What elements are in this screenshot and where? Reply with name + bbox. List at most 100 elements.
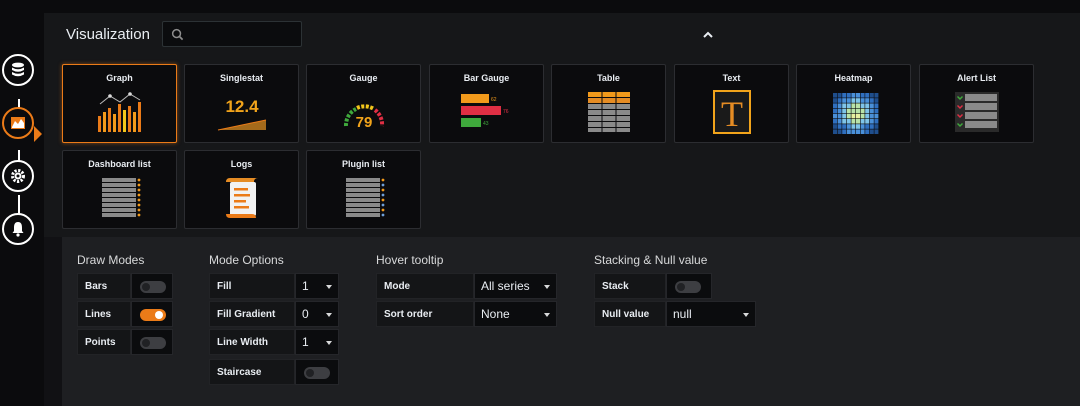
heatmap-cell bbox=[865, 119, 870, 124]
heatmap-cell bbox=[837, 103, 842, 108]
staircase-switch[interactable] bbox=[295, 359, 339, 385]
fill-gradient-select[interactable]: 0 bbox=[295, 301, 339, 327]
viz-card-dashboard-list[interactable]: Dashboard list bbox=[62, 150, 177, 229]
bell-icon bbox=[12, 222, 24, 237]
heatmap-cell bbox=[865, 93, 870, 98]
caret-down-icon bbox=[326, 285, 332, 289]
viz-card-bar-gauge[interactable]: Bar Gauge 62 76 43 bbox=[429, 64, 544, 143]
general-settings-tab[interactable] bbox=[2, 160, 34, 192]
heatmap-cell bbox=[856, 113, 860, 119]
heatmap-cell bbox=[833, 119, 837, 124]
tooltip-mode-select[interactable]: All series bbox=[474, 273, 557, 299]
display-options: Draw Modes Bars Lines Points Mode Option… bbox=[62, 237, 1080, 406]
alert-tab[interactable] bbox=[2, 213, 34, 245]
heatmap-cell bbox=[837, 119, 842, 124]
lines-switch[interactable] bbox=[131, 301, 173, 327]
null-value-value: null bbox=[673, 307, 692, 321]
viz-card-graph[interactable]: Graph bbox=[62, 64, 177, 143]
lines-toggle[interactable] bbox=[140, 309, 166, 321]
heatmap-cell bbox=[860, 98, 865, 103]
gauge-icon: 79 bbox=[344, 104, 385, 131]
stack-switch[interactable] bbox=[666, 273, 712, 299]
top-bar bbox=[0, 0, 1080, 13]
heatmap-cell bbox=[851, 103, 856, 108]
toggle-knob bbox=[155, 311, 163, 319]
heatmap-cell bbox=[833, 108, 837, 114]
bars-toggle[interactable] bbox=[140, 281, 166, 293]
viz-card-heatmap[interactable]: Heatmap bbox=[796, 64, 911, 143]
null-value-label: Null value bbox=[594, 301, 666, 327]
queries-tab[interactable] bbox=[2, 54, 34, 86]
viz-card-text[interactable]: Text T bbox=[674, 64, 789, 143]
collapse-button[interactable] bbox=[700, 26, 716, 42]
bar-gauge-icon: 62 76 43 bbox=[461, 94, 509, 127]
heatmap-cell bbox=[837, 129, 842, 134]
staircase-toggle[interactable] bbox=[304, 367, 330, 379]
search-input[interactable] bbox=[189, 24, 297, 44]
bar-gauge-value: 43 bbox=[483, 121, 489, 127]
group-title-draw-modes: Draw Modes bbox=[77, 253, 145, 267]
heatmap-cell bbox=[833, 113, 837, 119]
search-icon bbox=[171, 28, 184, 41]
heatmap-cell bbox=[856, 108, 860, 114]
bar-gauge-value: 62 bbox=[491, 97, 497, 103]
text-icon: T bbox=[713, 90, 751, 134]
caret-down-icon bbox=[326, 313, 332, 317]
card-label: Gauge bbox=[349, 73, 378, 83]
fill-gradient-label: Fill Gradient bbox=[209, 301, 295, 327]
heatmap-cell bbox=[874, 124, 879, 129]
heatmap-cell bbox=[856, 119, 860, 124]
heatmap-cell bbox=[874, 93, 879, 98]
bars-switch[interactable] bbox=[131, 273, 173, 299]
heatmap-cell bbox=[842, 119, 847, 124]
heatmap-cell bbox=[842, 98, 847, 103]
viz-card-gauge[interactable]: Gauge 79 bbox=[306, 64, 421, 143]
heatmap-cell bbox=[874, 108, 879, 114]
heatmap-cell bbox=[833, 103, 837, 108]
group-title-mode-options: Mode Options bbox=[209, 253, 284, 267]
chevron-up-icon bbox=[703, 31, 713, 38]
heatmap-cell bbox=[860, 93, 865, 98]
heatmap-cell bbox=[842, 103, 847, 108]
heatmap-cell bbox=[833, 98, 837, 103]
heatmap-cell bbox=[865, 124, 870, 129]
viz-card-alert-list[interactable]: Alert List bbox=[919, 64, 1034, 143]
stack-label: Stack bbox=[594, 273, 666, 299]
sort-order-label: Sort order bbox=[376, 301, 474, 327]
fill-value: 1 bbox=[302, 279, 309, 293]
heatmap-cell bbox=[869, 98, 874, 103]
card-label: Text bbox=[722, 73, 741, 83]
heatmap-cell bbox=[851, 129, 856, 134]
dashboard-list-icon bbox=[102, 178, 141, 217]
heatmap-cell bbox=[846, 113, 851, 119]
search-box[interactable] bbox=[162, 21, 302, 47]
heatmap-cell bbox=[865, 129, 870, 134]
sort-order-select[interactable]: None bbox=[474, 301, 557, 327]
heatmap-cell bbox=[865, 108, 870, 114]
card-label: Alert List bbox=[956, 73, 996, 83]
line-width-select[interactable]: 1 bbox=[295, 329, 339, 355]
heatmap-cell bbox=[869, 113, 874, 119]
points-switch[interactable] bbox=[131, 329, 173, 355]
stack-toggle[interactable] bbox=[675, 281, 701, 293]
visualization-tab[interactable] bbox=[2, 107, 34, 139]
heatmap-cell bbox=[869, 119, 874, 124]
heatmap-cell bbox=[860, 129, 865, 134]
viz-card-logs[interactable]: Logs bbox=[184, 150, 299, 229]
viz-card-plugin-list[interactable]: Plugin list bbox=[306, 150, 421, 229]
heatmap-cell bbox=[874, 129, 879, 134]
text-glyph: T bbox=[721, 94, 743, 134]
points-label: Points bbox=[77, 329, 131, 355]
heatmap-cell bbox=[842, 129, 847, 134]
heatmap-cell bbox=[846, 103, 851, 108]
alert-list-icon bbox=[955, 92, 999, 132]
fill-select[interactable]: 1 bbox=[295, 273, 339, 299]
viz-card-singlestat[interactable]: Singlestat 12.4 bbox=[184, 64, 299, 143]
viz-card-table[interactable]: Table bbox=[551, 64, 666, 143]
card-label: Bar Gauge bbox=[463, 73, 510, 83]
heatmap-cell bbox=[846, 93, 851, 98]
points-toggle[interactable] bbox=[140, 337, 166, 349]
null-value-select[interactable]: null bbox=[666, 301, 756, 327]
heatmap-cell bbox=[874, 103, 879, 108]
heatmap-cell bbox=[856, 103, 860, 108]
